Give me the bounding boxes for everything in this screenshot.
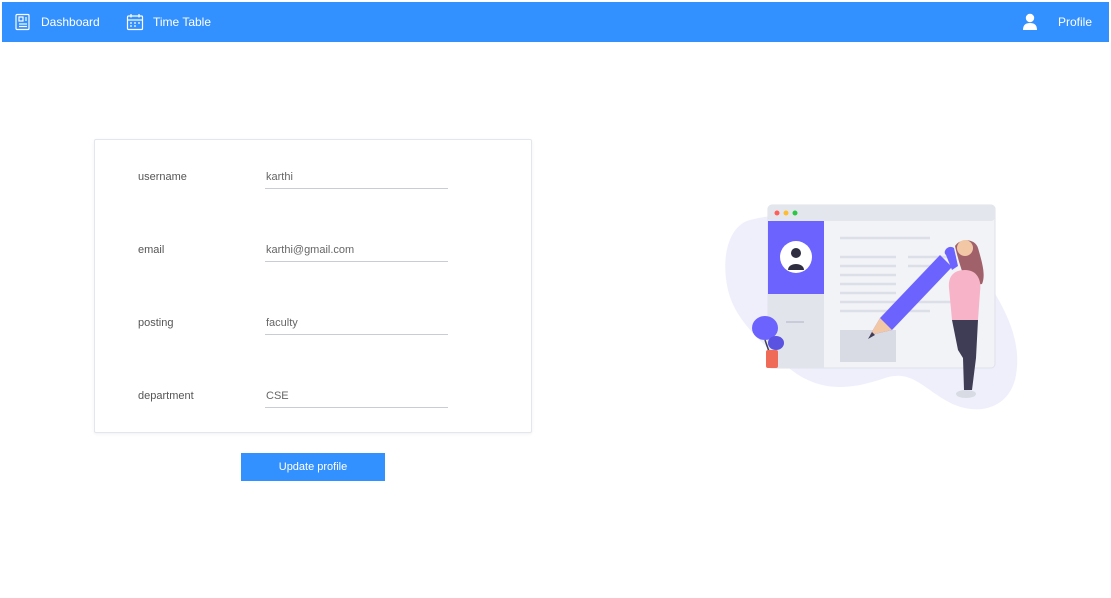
content-image-block — [840, 330, 896, 362]
department-label: department — [138, 390, 194, 402]
nav-profile-label: Profile — [1057, 15, 1092, 29]
window-dot-green — [792, 210, 798, 216]
update-profile-button[interactable]: Update profile — [241, 453, 385, 481]
avatar-head — [791, 248, 801, 258]
username-input[interactable] — [265, 166, 448, 189]
posting-label: posting — [138, 317, 174, 329]
department-row: department — [95, 381, 531, 411]
browser-titlebar — [768, 205, 995, 221]
nav-dashboard-label: Dashboard — [41, 15, 100, 29]
profile-illustration — [725, 204, 1018, 410]
nav-profile[interactable]: Profile — [1022, 2, 1092, 42]
nav-timetable[interactable]: Time Table — [126, 2, 211, 42]
username-row: username — [95, 162, 531, 192]
posting-row: posting — [95, 308, 531, 338]
email-row: email — [95, 235, 531, 265]
dashboard-icon — [14, 13, 32, 31]
window-dot-red — [774, 210, 780, 216]
email-input[interactable] — [265, 239, 448, 262]
profile-form-card: username email posting department — [94, 139, 532, 433]
top-navbar: Dashboard Time Table Profile — [2, 2, 1109, 42]
department-input[interactable] — [265, 385, 448, 408]
nav-timetable-label: Time Table — [153, 15, 212, 29]
posting-input[interactable] — [265, 312, 448, 335]
nav-dashboard[interactable]: Dashboard — [14, 2, 100, 42]
email-label: email — [138, 244, 165, 256]
calendar-icon — [126, 13, 144, 31]
username-label: username — [138, 171, 187, 183]
user-icon — [1022, 13, 1038, 31]
window-dot-yellow — [783, 210, 789, 216]
